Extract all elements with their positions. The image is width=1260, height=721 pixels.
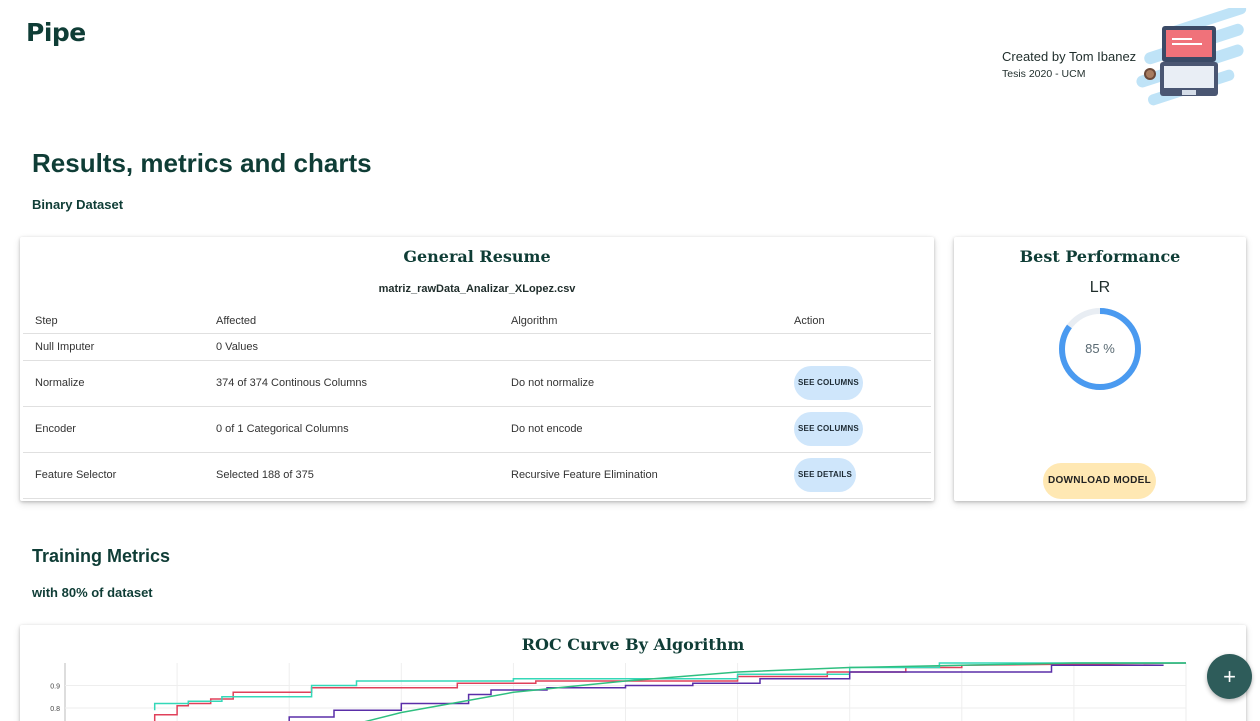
app-logo[interactable]: Pipe: [26, 18, 86, 47]
affected-cell: Selected 188 of 375: [204, 452, 499, 499]
training-metrics-title: Training Metrics: [32, 546, 171, 566]
affected-cell: 374 of 374 Continous Columns: [204, 360, 499, 407]
best-performance-title: Best Performance: [1019, 247, 1181, 266]
action-cell: SEE DETAILS: [782, 452, 931, 499]
pipeline-steps-table: Step Affected Algorithm Action Null Impu…: [23, 309, 931, 499]
dataset-type: Binary Dataset: [32, 197, 124, 212]
action-cell: SEE COLUMNS: [782, 406, 931, 453]
score-percentage: 85 %: [1085, 341, 1115, 356]
y-tick-label: 0.8: [50, 706, 60, 713]
step-cell: Feature Selector: [23, 452, 204, 499]
affected-cell: 0 Values: [204, 333, 499, 361]
roc-series-line: [364, 662, 1186, 721]
roc-series-line: [288, 664, 1164, 721]
algorithm-cell: Recursive Feature Elimination: [499, 452, 782, 499]
action-cell: SEE COLUMNS: [782, 360, 931, 407]
author-block: Created by Tom Ibanez Tesis 2020 - UCM: [1002, 49, 1136, 80]
y-tick-label: 0.9: [50, 684, 60, 691]
author-name: Created by Tom Ibanez: [1002, 49, 1137, 64]
thesis-label: Tesis 2020 - UCM: [1002, 68, 1086, 80]
column-header-affected: Affected: [204, 309, 499, 334]
general-resume-card: General Resume matriz_rawData_Analizar_X…: [20, 237, 934, 501]
plus-icon: +: [1223, 664, 1236, 689]
roc-chart-card: ROC Curve By Algorithm 0.90.80.7: [20, 625, 1246, 721]
algorithm-cell: Do not normalize: [499, 360, 782, 407]
download-model-button[interactable]: DOWNLOAD MODEL: [1043, 463, 1156, 499]
roc-series-line: [153, 662, 1186, 711]
laptop-illustration: [1136, 8, 1247, 106]
general-resume-title: General Resume: [403, 247, 551, 266]
algorithm-cell: Do not encode: [499, 406, 782, 453]
step-cell: Encoder: [23, 406, 204, 453]
column-header-algorithm: Algorithm: [499, 309, 782, 334]
table-header-row: Step Affected Algorithm Action: [23, 309, 931, 334]
add-button[interactable]: +: [1207, 654, 1252, 699]
table-row: Encoder 0 of 1 Categorical Columns Do no…: [23, 406, 931, 453]
column-header-action: Action: [782, 309, 931, 334]
page-title: Results, metrics and charts: [32, 148, 372, 178]
training-metrics-subtitle: with 80% of dataset: [32, 585, 153, 600]
see-columns-button[interactable]: SEE COLUMNS: [794, 366, 863, 400]
step-cell: Null Imputer: [23, 333, 204, 361]
action-cell: [782, 333, 931, 361]
see-columns-button[interactable]: SEE COLUMNS: [794, 412, 863, 446]
algorithm-cell: [499, 333, 782, 361]
column-header-step: Step: [23, 309, 204, 334]
table-row: Normalize 374 of 374 Continous Columns D…: [23, 360, 931, 407]
best-algorithm-name: LR: [1089, 279, 1111, 296]
see-details-button[interactable]: SEE DETAILS: [794, 458, 857, 492]
roc-chart: 0.90.80.7: [50, 662, 1187, 721]
dataset-file-name: matriz_rawData_Analizar_XLopez.csv: [378, 283, 576, 295]
table-row: Null Imputer 0 Values: [23, 333, 931, 361]
affected-cell: 0 of 1 Categorical Columns: [204, 406, 499, 453]
best-performance-card: Best Performance LR 85 % DOWNLOAD MODEL: [954, 237, 1246, 501]
step-cell: Normalize: [23, 360, 204, 407]
table-row: Feature Selector Selected 188 of 375 Rec…: [23, 452, 931, 499]
